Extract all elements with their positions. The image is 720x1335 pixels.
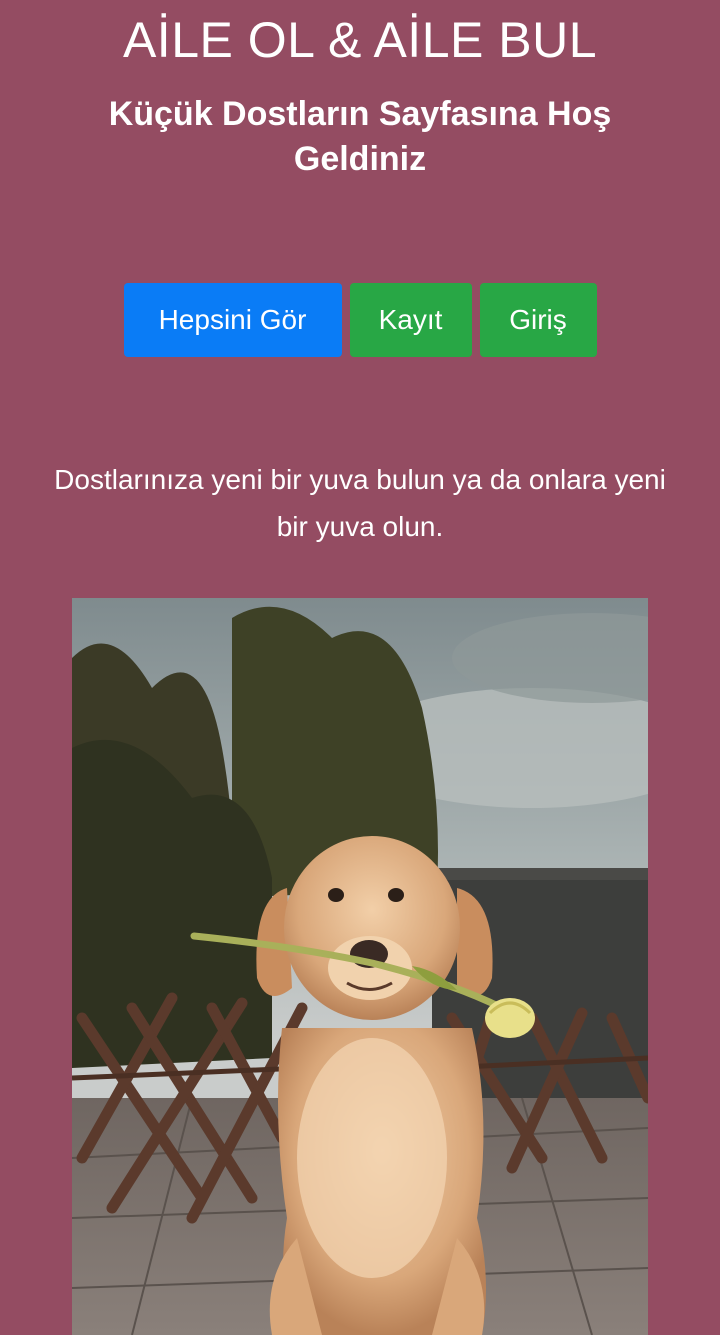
register-button[interactable]: Kayıt: [349, 283, 472, 357]
action-buttons: Hepsini Gör Kayıt Giriş: [0, 283, 720, 357]
page-subtitle: Küçük Dostların Sayfasına Hoş Geldiniz: [108, 95, 612, 178]
view-all-button[interactable]: Hepsini Gör: [123, 283, 342, 357]
intro-text: Dostlarınıza yeni bir yuva bulun ya da o…: [54, 464, 666, 542]
login-button[interactable]: Giriş: [479, 283, 597, 357]
page-title: AİLE OL & AİLE BUL: [122, 12, 598, 68]
hero-image: [72, 598, 648, 1335]
